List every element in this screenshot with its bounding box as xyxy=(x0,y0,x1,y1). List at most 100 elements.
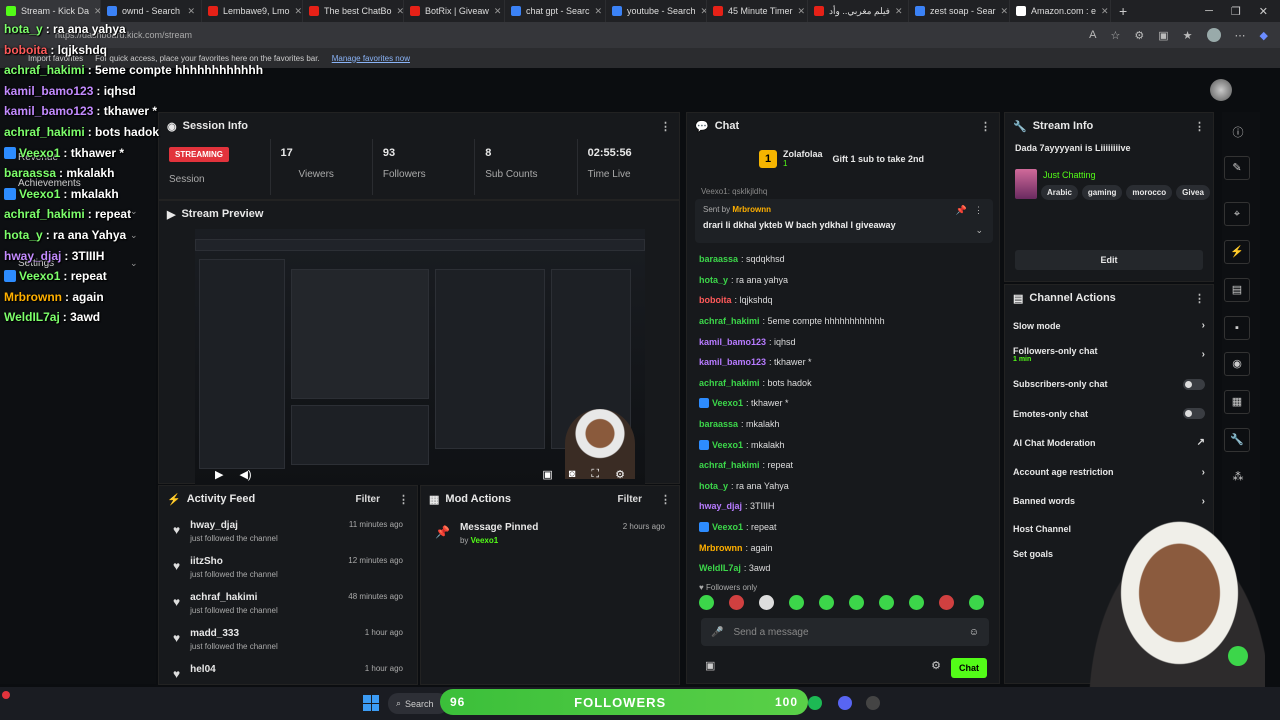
emote-icon[interactable] xyxy=(969,595,984,610)
gift-banner[interactable]: 1 Zolafolaa 1 Gift 1 sub to take 2nd xyxy=(759,149,924,168)
pinned-message[interactable]: Sent by Mrbrownn drari li dkhal ykteb W … xyxy=(695,199,993,243)
chat-username[interactable]: Veexo1 xyxy=(712,522,743,532)
discord-icon[interactable] xyxy=(838,696,852,710)
chat-username[interactable]: achraf_hakimi xyxy=(699,460,760,470)
activity-user[interactable]: hel04 xyxy=(190,664,216,675)
chevron-down-icon[interactable]: ⌄ xyxy=(975,225,983,236)
emote-icon[interactable] xyxy=(759,595,774,610)
kebab-menu-icon[interactable]: ⋮ xyxy=(1194,120,1205,133)
apps-icon[interactable]: ⁂ xyxy=(1230,470,1246,486)
activity-user[interactable]: achraf_hakimi xyxy=(190,592,278,603)
browser-tab[interactable]: فيلم مغربي.. وأد ✕ xyxy=(808,0,909,22)
browser-tab[interactable]: youtube - Search✕ xyxy=(606,0,707,22)
chat-bubble-icon[interactable]: ▪ xyxy=(1224,316,1250,340)
emotes-only-toggle[interactable] xyxy=(1183,408,1205,420)
close-tab-icon[interactable]: ✕ xyxy=(187,6,195,17)
category-name[interactable]: Just Chatting xyxy=(1043,170,1096,180)
emote-icon[interactable] xyxy=(729,595,744,610)
emote-icon[interactable] xyxy=(939,595,954,610)
close-window-icon[interactable]: ✕ xyxy=(1259,5,1268,18)
kebab-menu-icon[interactable]: ⋮ xyxy=(980,120,991,133)
browser-tab[interactable]: Amazon.com : e ✕ xyxy=(1010,0,1111,22)
kebab-menu-icon[interactable]: ⋮ xyxy=(1194,292,1205,305)
windows-start-icon[interactable] xyxy=(363,695,379,711)
kebab-menu-icon[interactable]: ⋮ xyxy=(974,205,983,216)
browser-tab[interactable]: 45 Minute Timer ✕ xyxy=(707,0,808,22)
chat-input[interactable]: 🎤 Send a message ☺ xyxy=(701,618,989,646)
chat-username[interactable]: Veexo1 xyxy=(712,440,743,450)
chat-username[interactable]: hota_y xyxy=(699,481,728,491)
chat-settings-icon[interactable]: ⚙ xyxy=(931,659,941,672)
minimize-icon[interactable]: ─ xyxy=(1205,5,1213,18)
activity-user[interactable]: hway_djaj xyxy=(190,520,278,531)
browser-tab[interactable]: Lembawe9, Lmo ✕ xyxy=(202,0,303,22)
screenshot-icon[interactable]: ◙ xyxy=(569,468,576,481)
followers-only-row[interactable]: Followers-only chat 1 min › xyxy=(1005,340,1213,369)
tag-chip[interactable]: morocco xyxy=(1126,185,1173,200)
chat-username[interactable]: hway_djaj xyxy=(699,501,742,511)
emote-icon[interactable] xyxy=(879,595,894,610)
play-icon[interactable]: ▶ xyxy=(215,468,223,481)
edit-icon[interactable]: ✎ xyxy=(1224,156,1250,180)
chat-username[interactable]: Veexo1 xyxy=(712,398,743,408)
broadcast-icon[interactable]: ◉ xyxy=(1224,352,1250,376)
browser-tab[interactable]: BotRix | Giveaw ✕ xyxy=(404,0,505,22)
tag-chip[interactable]: Arabic xyxy=(1041,185,1078,200)
favorites-icon[interactable]: ★ xyxy=(1183,29,1193,42)
emote-icon[interactable] xyxy=(849,595,864,610)
favorite-star-icon[interactable]: ☆ xyxy=(1111,29,1121,42)
ai-moderation-row[interactable]: AI Chat Moderation ↗ xyxy=(1005,428,1213,457)
obs-icon[interactable] xyxy=(866,696,880,710)
spotify-icon[interactable] xyxy=(808,696,822,710)
close-tab-icon[interactable]: ✕ xyxy=(1101,6,1109,17)
close-tab-icon[interactable]: ✕ xyxy=(895,6,903,17)
collections-icon[interactable]: ▣ xyxy=(1158,29,1168,42)
chat-username[interactable]: boboita xyxy=(699,295,732,305)
chat-username[interactable]: kamil_bamo123 xyxy=(699,357,766,367)
taskbar-search[interactable]: ⌕ Search xyxy=(388,693,448,714)
tag-chip[interactable]: gaming xyxy=(1081,185,1123,200)
slow-mode-row[interactable]: Slow mode › xyxy=(1005,311,1213,340)
wrench-icon[interactable]: 🔧 xyxy=(1224,428,1250,452)
emote-icon[interactable] xyxy=(789,595,804,610)
fullscreen-icon[interactable]: ⛶ xyxy=(591,468,599,481)
layout-icon[interactable]: ▦ xyxy=(1224,390,1250,414)
browser-tab[interactable]: zest soap - Sear ✕ xyxy=(909,0,1010,22)
chat-username[interactable]: Mrbrownn xyxy=(699,543,743,553)
close-tab-icon[interactable]: ✕ xyxy=(1001,6,1009,17)
green-action-icon[interactable] xyxy=(1228,646,1248,666)
account-age-row[interactable]: Account age restriction › xyxy=(1005,457,1213,486)
send-chat-button[interactable]: Chat xyxy=(951,658,987,678)
browser-tab[interactable]: chat gpt - Searc ✕ xyxy=(505,0,606,22)
edit-stream-info-button[interactable]: Edit xyxy=(1015,250,1203,270)
chat-username[interactable]: achraf_hakimi xyxy=(699,316,760,326)
user-avatar[interactable] xyxy=(1210,79,1232,101)
kebab-menu-icon[interactable]: ⋮ xyxy=(660,120,671,133)
pin-icon[interactable]: 📌 xyxy=(956,205,967,216)
kebab-menu-icon[interactable]: ⋮ xyxy=(660,493,671,506)
maximize-icon[interactable]: ❐ xyxy=(1231,5,1241,18)
browser-tab[interactable]: Stream - Kick Da ✕ xyxy=(0,0,101,22)
close-tab-icon[interactable]: ✕ xyxy=(397,6,403,17)
lightning-icon[interactable]: ⚡ xyxy=(1224,240,1250,264)
emoji-icon[interactable]: ☺ xyxy=(969,627,979,638)
info-icon[interactable]: ⓘ xyxy=(1230,124,1246,140)
banned-words-row[interactable]: Banned words › xyxy=(1005,487,1213,516)
gift-icon[interactable]: ▣ xyxy=(705,659,715,672)
copilot-icon[interactable]: ◆ xyxy=(1260,29,1268,42)
profile-avatar[interactable] xyxy=(1206,28,1221,42)
chat-username[interactable]: baraassa xyxy=(699,254,738,264)
subscribers-only-toggle[interactable] xyxy=(1183,378,1205,390)
more-icon[interactable]: ⋯ xyxy=(1235,29,1246,42)
browser-tab[interactable]: The best ChatBo ✕ xyxy=(303,0,404,22)
scan-icon[interactable]: ⌖ xyxy=(1224,202,1250,226)
emote-icon[interactable] xyxy=(819,595,834,610)
extensions-icon[interactable]: ⚙ xyxy=(1134,29,1144,42)
pip-icon[interactable]: ▣ xyxy=(542,468,552,481)
filter-button[interactable]: Filter xyxy=(618,494,642,505)
chat-username[interactable]: WeldIL7aj xyxy=(699,563,741,573)
mod-action-user[interactable]: Veexo1 xyxy=(471,536,499,545)
new-tab-button[interactable]: + xyxy=(1111,3,1135,19)
browser-tab[interactable]: ownd - Search ✕ xyxy=(101,0,202,22)
close-tab-icon[interactable]: ✕ xyxy=(595,6,603,17)
